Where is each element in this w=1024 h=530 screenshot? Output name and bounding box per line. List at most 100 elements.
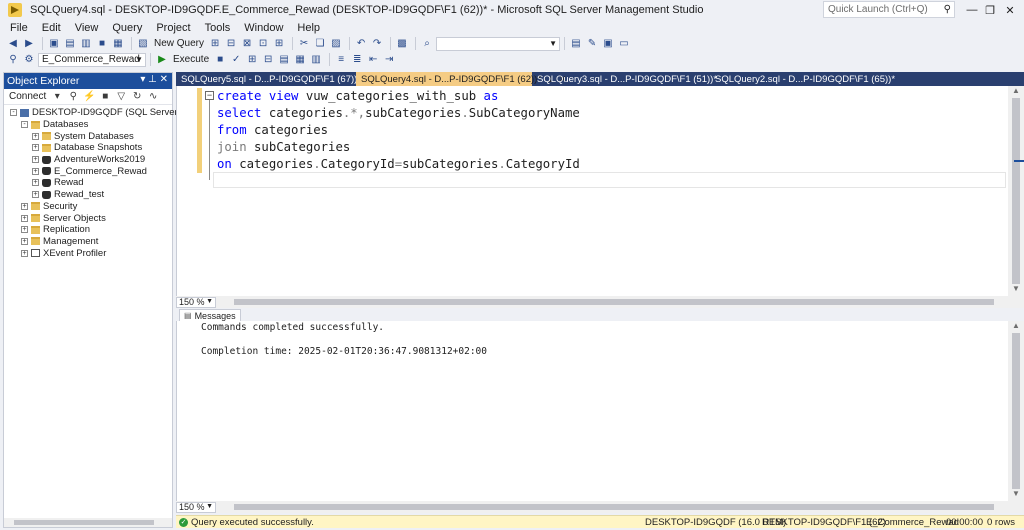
tree-item[interactable]: + Rewad (4, 177, 172, 189)
horizontal-scrollbar[interactable] (4, 518, 172, 527)
solution-explorer-icon[interactable]: ▤ (569, 37, 583, 51)
tree-item[interactable]: - Databases (4, 119, 172, 131)
tree-item[interactable]: + Replication (4, 224, 172, 236)
expand-icon[interactable]: + (32, 156, 39, 164)
expand-icon[interactable]: + (32, 132, 39, 140)
options-icon[interactable]: ▭ (617, 37, 631, 51)
scroll-down-icon[interactable]: ▼ (1008, 284, 1024, 296)
database-select[interactable]: E_Commerce_Rewad ▼ (38, 52, 146, 67)
save-icon[interactable]: ■ (95, 37, 109, 51)
code-line[interactable]: create view vuw_categories_with_sub as (217, 88, 580, 105)
collapse-icon[interactable]: - (10, 109, 17, 117)
open-file-icon[interactable]: ▥ (79, 37, 93, 51)
change-connection-icon[interactable]: ⚙ (22, 53, 36, 67)
menu-edit[interactable]: Edit (35, 22, 68, 34)
tree-item[interactable]: + Server Objects (4, 212, 172, 224)
menu-file[interactable]: File (3, 22, 35, 34)
tree-item[interactable]: + Rewad_test (4, 189, 172, 201)
activity-icon[interactable]: ∿ (146, 90, 160, 104)
scrollbar-thumb[interactable] (234, 504, 994, 510)
new-query-button[interactable]: New Query (154, 38, 204, 49)
tree-item[interactable]: + Management (4, 236, 172, 248)
expand-icon[interactable]: + (21, 202, 28, 210)
forward-icon[interactable]: ▶ (22, 37, 36, 51)
sql-code[interactable]: create view vuw_categories_with_sub as se… (217, 88, 580, 173)
stop-icon[interactable]: ■ (98, 90, 112, 104)
display-plan-icon[interactable]: ⊞ (245, 53, 259, 67)
toolbox-icon[interactable]: ▣ (601, 37, 615, 51)
tab-sqlquery[interactable]: SQLQuery3.sql - D...P-ID9GQDF\F1 (51))* (532, 72, 717, 86)
new-project-icon[interactable]: ▣ (47, 37, 61, 51)
connect-button[interactable]: Connect (9, 91, 46, 102)
scrollbar-thumb[interactable] (14, 520, 154, 525)
tab-sqlquery[interactable]: SQLQuery2.sql - D...P-ID9GQDF\F1 (65))* (710, 72, 895, 86)
cut-icon[interactable]: ✂ (297, 37, 311, 51)
tree-item[interactable]: + Security (4, 201, 172, 213)
scroll-up-icon[interactable]: ▲ (1008, 86, 1024, 98)
quick-launch-input[interactable]: Quick Launch (Ctrl+Q) ⚲ (823, 1, 955, 18)
copy-icon[interactable]: ❏ (313, 37, 327, 51)
query-icon[interactable]: ⊞ (272, 37, 286, 51)
filter-icon[interactable]: ▽ (114, 90, 128, 104)
comment-icon[interactable]: ≡ (334, 53, 348, 67)
uncomment-icon[interactable]: ≣ (350, 53, 364, 67)
code-line[interactable]: select categories.*,subCategories.SubCat… (217, 105, 580, 122)
collapse-icon[interactable]: - (21, 121, 28, 129)
messages-pane[interactable]: Commands completed successfully. Complet… (176, 321, 1024, 501)
connect-plug-icon[interactable]: ⚲ (66, 90, 80, 104)
redo-icon[interactable]: ↷ (370, 37, 384, 51)
results-horizontal-scrollbar[interactable] (224, 503, 1008, 511)
editor-zoom-select[interactable]: 150 % ▼ (176, 296, 216, 308)
editor-horizontal-scrollbar[interactable] (224, 298, 1008, 306)
scroll-down-icon[interactable]: ▼ (1008, 489, 1024, 501)
expand-icon[interactable]: + (32, 144, 39, 152)
tree-item[interactable]: - DESKTOP-ID9GQDF (SQL Server 16.0.113 (4, 107, 217, 119)
save-all-icon[interactable]: ▦ (111, 37, 125, 51)
query-icon[interactable]: ⊟ (224, 37, 238, 51)
decrease-indent-icon[interactable]: ⇤ (366, 53, 380, 67)
chevron-down-icon[interactable]: ▾ (50, 90, 64, 104)
scrollbar-thumb[interactable] (1012, 98, 1020, 284)
pin-icon[interactable]: ▾ ⊥ ✕ (140, 74, 168, 85)
connect-icon[interactable]: ⚲ (6, 53, 20, 67)
tree-item[interactable]: + E_Commerce_Rewad (4, 165, 172, 177)
expand-icon[interactable]: + (21, 237, 28, 245)
results-vertical-scrollbar[interactable]: ▲ ▼ (1008, 321, 1024, 501)
editor-vertical-scrollbar[interactable]: ▲ ▼ (1008, 86, 1024, 296)
new-file-icon[interactable]: ▤ (63, 37, 77, 51)
results-to-grid-icon[interactable]: ▦ (293, 53, 307, 67)
tree-item[interactable]: + AdventureWorks2019 (4, 154, 172, 166)
query-icon[interactable]: ⊠ (240, 37, 254, 51)
expand-icon[interactable]: + (21, 214, 28, 222)
scroll-up-icon[interactable]: ▲ (1008, 321, 1024, 333)
menu-tools[interactable]: Tools (198, 22, 238, 34)
parse-icon[interactable]: ✓ (229, 53, 243, 67)
tab-sqlquery[interactable]: SQLQuery4.sql - D...P-ID9GQDF\F1 (62))* ⊥… (356, 72, 567, 86)
tree-item[interactable]: + XEvent Profiler (4, 247, 172, 259)
properties-icon[interactable]: ✎ (585, 37, 599, 51)
code-line[interactable]: on categories.CategoryId=subCategories.C… (217, 156, 580, 173)
back-icon[interactable]: ◀ (6, 37, 20, 51)
query-icon[interactable]: ⊞ (208, 37, 222, 51)
menu-view[interactable]: View (68, 22, 106, 34)
tab-messages[interactable]: ▤ Messages (179, 309, 241, 321)
tree-item[interactable]: + Database Snapshots (4, 142, 172, 154)
results-to-file-icon[interactable]: ▥ (309, 53, 323, 67)
menu-project[interactable]: Project (149, 22, 197, 34)
debug-icon[interactable]: ▩ (395, 37, 409, 51)
results-to-text-icon[interactable]: ▤ (277, 53, 291, 67)
expand-icon[interactable]: + (21, 226, 28, 234)
code-line[interactable]: join subCategories (217, 139, 580, 156)
expand-icon[interactable]: + (21, 249, 28, 257)
query-icon[interactable]: ⊡ (256, 37, 270, 51)
menu-window[interactable]: Window (237, 22, 290, 34)
collapse-icon[interactable]: − (205, 91, 214, 100)
search-combo[interactable]: ▼ (436, 36, 561, 51)
query-designer-icon[interactable]: ⊟ (261, 53, 275, 67)
new-query-icon[interactable]: ▧ (136, 37, 150, 51)
close-button[interactable]: ✕ (998, 0, 1022, 20)
stop-icon[interactable]: ■ (213, 53, 227, 67)
menu-help[interactable]: Help (290, 22, 327, 34)
menu-query[interactable]: Query (105, 22, 149, 34)
increase-indent-icon[interactable]: ⇥ (382, 53, 396, 67)
